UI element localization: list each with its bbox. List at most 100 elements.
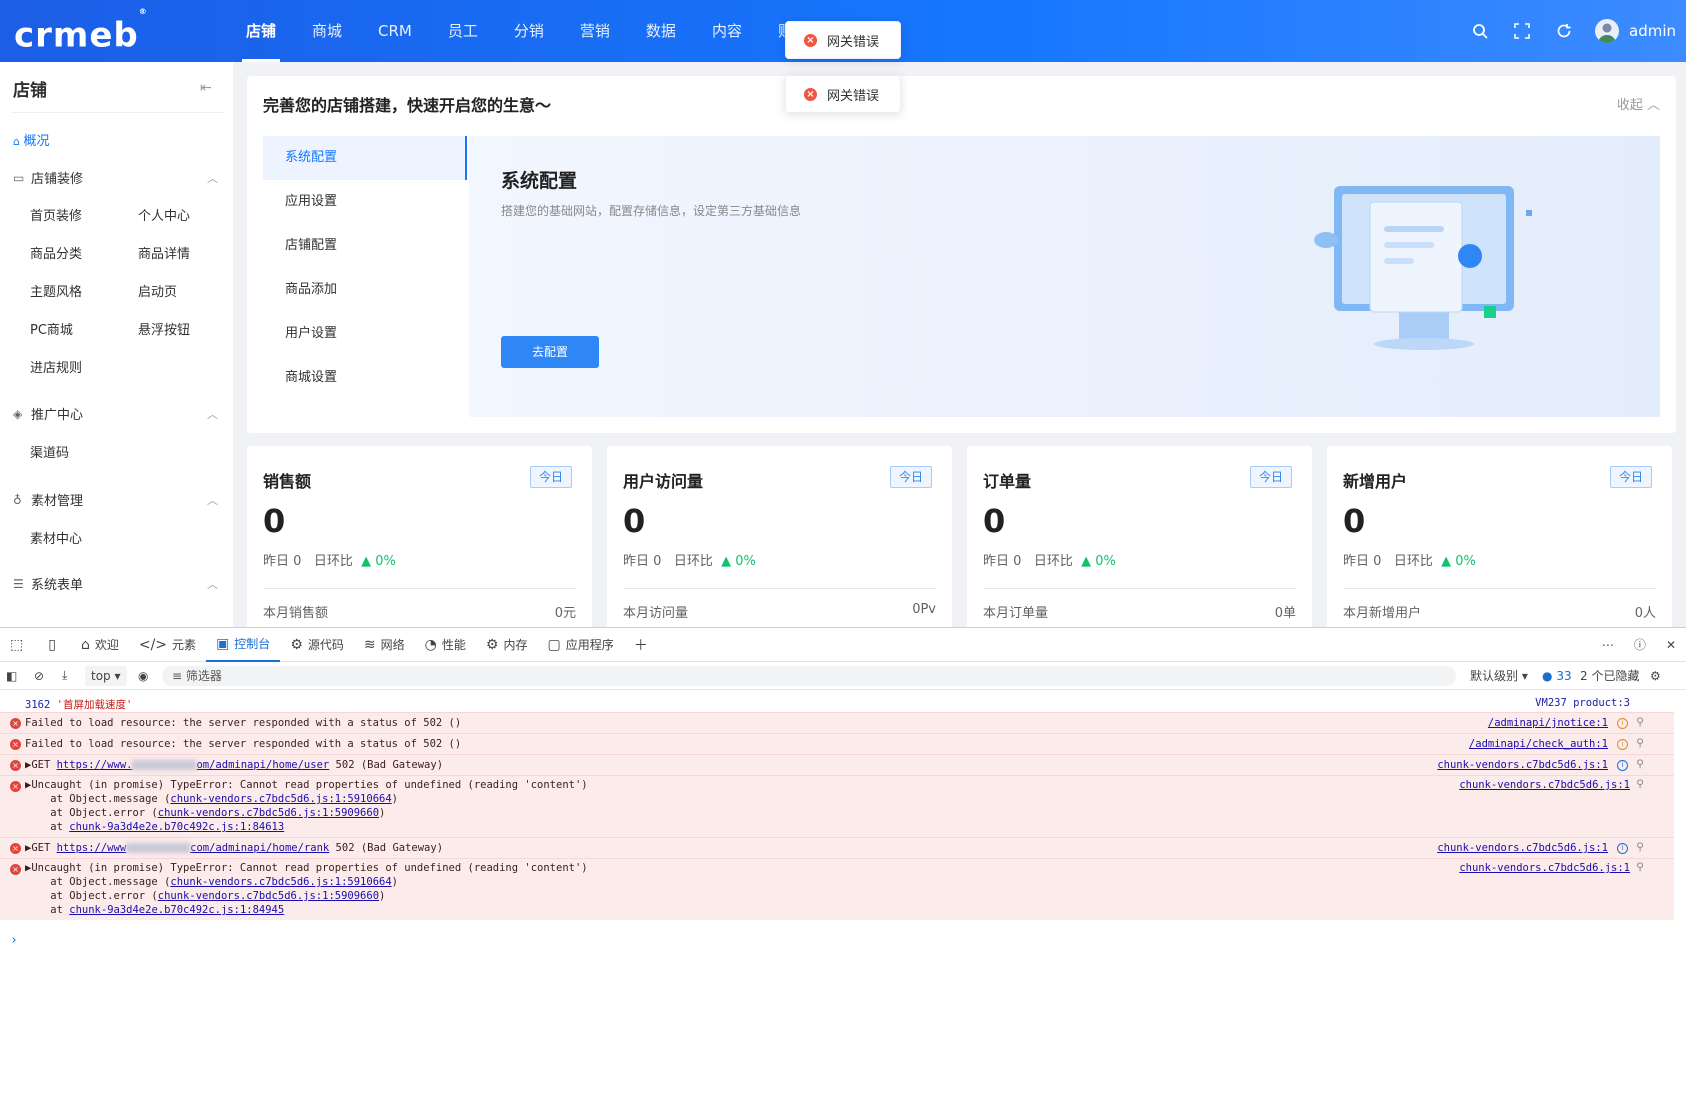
go-configure-button[interactable]: 去配置 <box>501 336 599 368</box>
tab-user-settings[interactable]: 用户设置 <box>263 312 467 356</box>
nav-shop[interactable]: 店铺 <box>228 0 294 62</box>
nav-data[interactable]: 数据 <box>628 0 694 62</box>
refresh-icon[interactable] <box>1553 20 1575 42</box>
redacted-domain <box>132 760 197 770</box>
chevron-up-icon: ︿ <box>207 171 218 185</box>
nav-staff[interactable]: 员工 <box>430 0 496 62</box>
nav-mall[interactable]: 商城 <box>294 0 360 62</box>
tab-console[interactable]: ▣ 控制台 <box>206 628 281 662</box>
collapse-sidebar-icon[interactable]: ⇤ <box>200 80 212 96</box>
log-source-link[interactable]: chunk-vendors.c7bdc5d6.js:1 <box>1437 842 1608 854</box>
info-badge-icon[interactable]: i <box>1617 718 1628 729</box>
sidebar-item-user-center[interactable]: 个人中心 <box>138 205 190 224</box>
stat-value: 0 <box>1343 502 1366 540</box>
info-badge-icon[interactable]: i <box>1617 843 1628 854</box>
tab-system-config[interactable]: 系统配置 <box>263 136 467 180</box>
stack-link[interactable]: chunk-9a3d4e2e.b70c492c.js:1:84613 <box>69 821 284 833</box>
log-source-link[interactable]: chunk-vendors.c7bdc5d6.js:1 <box>1437 759 1608 771</box>
divider <box>983 588 1296 589</box>
collapse-guide-button[interactable]: 收起 ︿ <box>1617 94 1660 113</box>
nav-marketing[interactable]: 营销 <box>562 0 628 62</box>
tab-mall-settings[interactable]: 商城设置 <box>263 356 467 400</box>
nav-crm[interactable]: CRM <box>360 0 430 62</box>
stat-card-sales: 销售额 今日 0 昨日 0 日环比 ▲ 0% 本月销售额 0元 <box>247 446 592 627</box>
log-source-link[interactable]: VM237 product:3 <box>1535 697 1630 709</box>
stat-compare: 昨日 0 日环比 ▲ 0% <box>263 554 396 569</box>
inspect-icon[interactable]: ⬚ <box>0 628 38 662</box>
console-prompt[interactable]: › <box>0 931 1674 951</box>
tab-performance[interactable]: ◔ 性能 <box>415 628 476 662</box>
fullscreen-icon[interactable] <box>1511 20 1533 42</box>
sidebar-group-material[interactable]: ♁ 素材管理 ︿ <box>13 490 218 510</box>
tab-sources[interactable]: ⚙ 源代码 <box>280 628 354 662</box>
stack-link[interactable]: chunk-9a3d4e2e.b70c492c.js:1:84945 <box>69 904 284 916</box>
app: crmeb® 店铺 商城 CRM 员工 分销 营销 数据 内容 财务 <box>0 0 1686 627</box>
sidebar-item-entry-rules[interactable]: 进店规则 <box>30 357 82 376</box>
stack-link[interactable]: chunk-vendors.c7bdc5d6.js:1:5909660 <box>158 890 379 902</box>
download-icon[interactable]: ⤓ <box>62 668 67 683</box>
filter-input[interactable]: ≡ 筛选器 <box>162 666 1456 686</box>
search-icon[interactable]: ⚲ <box>1636 778 1644 790</box>
sidebar-item-product-detail[interactable]: 商品详情 <box>138 243 190 262</box>
sidebar-toggle-icon[interactable]: ◧ <box>6 669 17 683</box>
tab-memory[interactable]: ⚙ 内存 <box>476 628 538 662</box>
log-level-select[interactable]: 默认级别 ▾ <box>1470 667 1528 684</box>
tab-welcome[interactable]: ⌂ 欢迎 <box>71 628 129 662</box>
log-source-link[interactable]: /adminapi/check_auth:1 <box>1469 738 1608 750</box>
logo[interactable]: crmeb® <box>14 7 148 53</box>
sidebar-item-pc-mall[interactable]: PC商城 <box>30 319 73 338</box>
stack-link[interactable]: chunk-vendors.c7bdc5d6.js:1:5910664 <box>170 876 391 888</box>
settings-icon[interactable]: ⚙ <box>1650 669 1661 683</box>
add-tab-icon[interactable]: ＋ <box>624 628 663 662</box>
log-source-link[interactable]: chunk-vendors.c7bdc5d6.js:1 <box>1459 862 1630 874</box>
search-icon[interactable]: ⚲ <box>1636 758 1644 770</box>
search-icon[interactable]: ⚲ <box>1636 716 1644 728</box>
stat-compare: 昨日 0 日环比 ▲ 0% <box>983 554 1116 569</box>
devtools-panel: ⬚ ▯ ⌂ 欢迎 </> 元素 ▣ 控制台 ⚙ 源代码 ≋ 网络 ◔ 性能 ⚙ 内存 ▢ 应用程… <box>0 627 1686 1103</box>
sidebar-item-float-button[interactable]: 悬浮按钮 <box>138 319 190 338</box>
request-url-link[interactable]: https://www com/adminapi/home/rank <box>57 842 330 854</box>
avatar[interactable] <box>1595 19 1619 43</box>
sidebar-item-overview[interactable]: ⌂ 概况 <box>13 130 50 149</box>
sidebar-group-promotion[interactable]: ◈ 推广中心 ︿ <box>13 404 218 424</box>
tab-network[interactable]: ≋ 网络 <box>354 628 415 662</box>
log-source-link[interactable]: chunk-vendors.c7bdc5d6.js:1 <box>1459 779 1630 791</box>
tab-application[interactable]: ▢ 应用程序 <box>537 628 623 662</box>
device-toggle-icon[interactable]: ▯ <box>38 628 71 662</box>
clear-console-icon[interactable]: ⊘ <box>34 669 44 683</box>
header-actions: admin <box>1469 0 1686 62</box>
context-select[interactable]: top ▾ <box>85 666 127 686</box>
sidebar-item-channel-code[interactable]: 渠道码 <box>30 442 69 461</box>
info-badge-icon[interactable]: i <box>1617 760 1628 771</box>
search-icon[interactable]: ⚲ <box>1636 841 1644 853</box>
close-icon[interactable]: ✕ <box>1656 628 1686 662</box>
info-badge-icon[interactable]: i <box>1617 739 1628 750</box>
nav-content[interactable]: 内容 <box>694 0 760 62</box>
sidebar-item-theme[interactable]: 主题风格 <box>30 281 82 300</box>
sidebar-item-material-center[interactable]: 素材中心 <box>30 528 82 547</box>
tab-elements[interactable]: </> 元素 <box>129 628 206 662</box>
search-icon[interactable]: ⚲ <box>1636 737 1644 749</box>
eye-icon[interactable]: ◉ <box>138 669 148 683</box>
search-icon[interactable] <box>1469 20 1491 42</box>
tab-add-product[interactable]: 商品添加 <box>263 268 467 312</box>
stack-link[interactable]: chunk-vendors.c7bdc5d6.js:1:5909660 <box>158 807 379 819</box>
username[interactable]: admin <box>1629 22 1676 40</box>
tab-app-settings[interactable]: 应用设置 <box>263 180 467 224</box>
top-nav: 店铺 商城 CRM 员工 分销 营销 数据 内容 财务 <box>228 0 826 62</box>
more-icon[interactable]: ⋯ <box>1592 628 1624 662</box>
tab-shop-config[interactable]: 店铺配置 <box>263 224 467 268</box>
nav-distribution[interactable]: 分销 <box>496 0 562 62</box>
help-icon[interactable]: ⓘ <box>1624 628 1656 662</box>
stack-link[interactable]: chunk-vendors.c7bdc5d6.js:1:5910664 <box>170 793 391 805</box>
message-count[interactable]: ● 33 <box>1542 669 1572 683</box>
request-url-link[interactable]: https://www. om/adminapi/home/user <box>57 759 330 771</box>
sidebar-item-splash[interactable]: 启动页 <box>138 281 177 300</box>
sidebar-group-forms[interactable]: ☰ 系统表单 ︿ <box>13 574 218 594</box>
sidebar-item-home-decoration[interactable]: 首页装修 <box>30 205 82 224</box>
log-source-link[interactable]: /adminapi/jnotice:1 <box>1488 717 1608 729</box>
stat-month-value: 0元 <box>554 606 576 621</box>
sidebar-item-category[interactable]: 商品分类 <box>30 243 82 262</box>
search-icon[interactable]: ⚲ <box>1636 861 1644 873</box>
sidebar-group-decoration[interactable]: ▭ 店铺装修 ︿ <box>13 168 218 188</box>
